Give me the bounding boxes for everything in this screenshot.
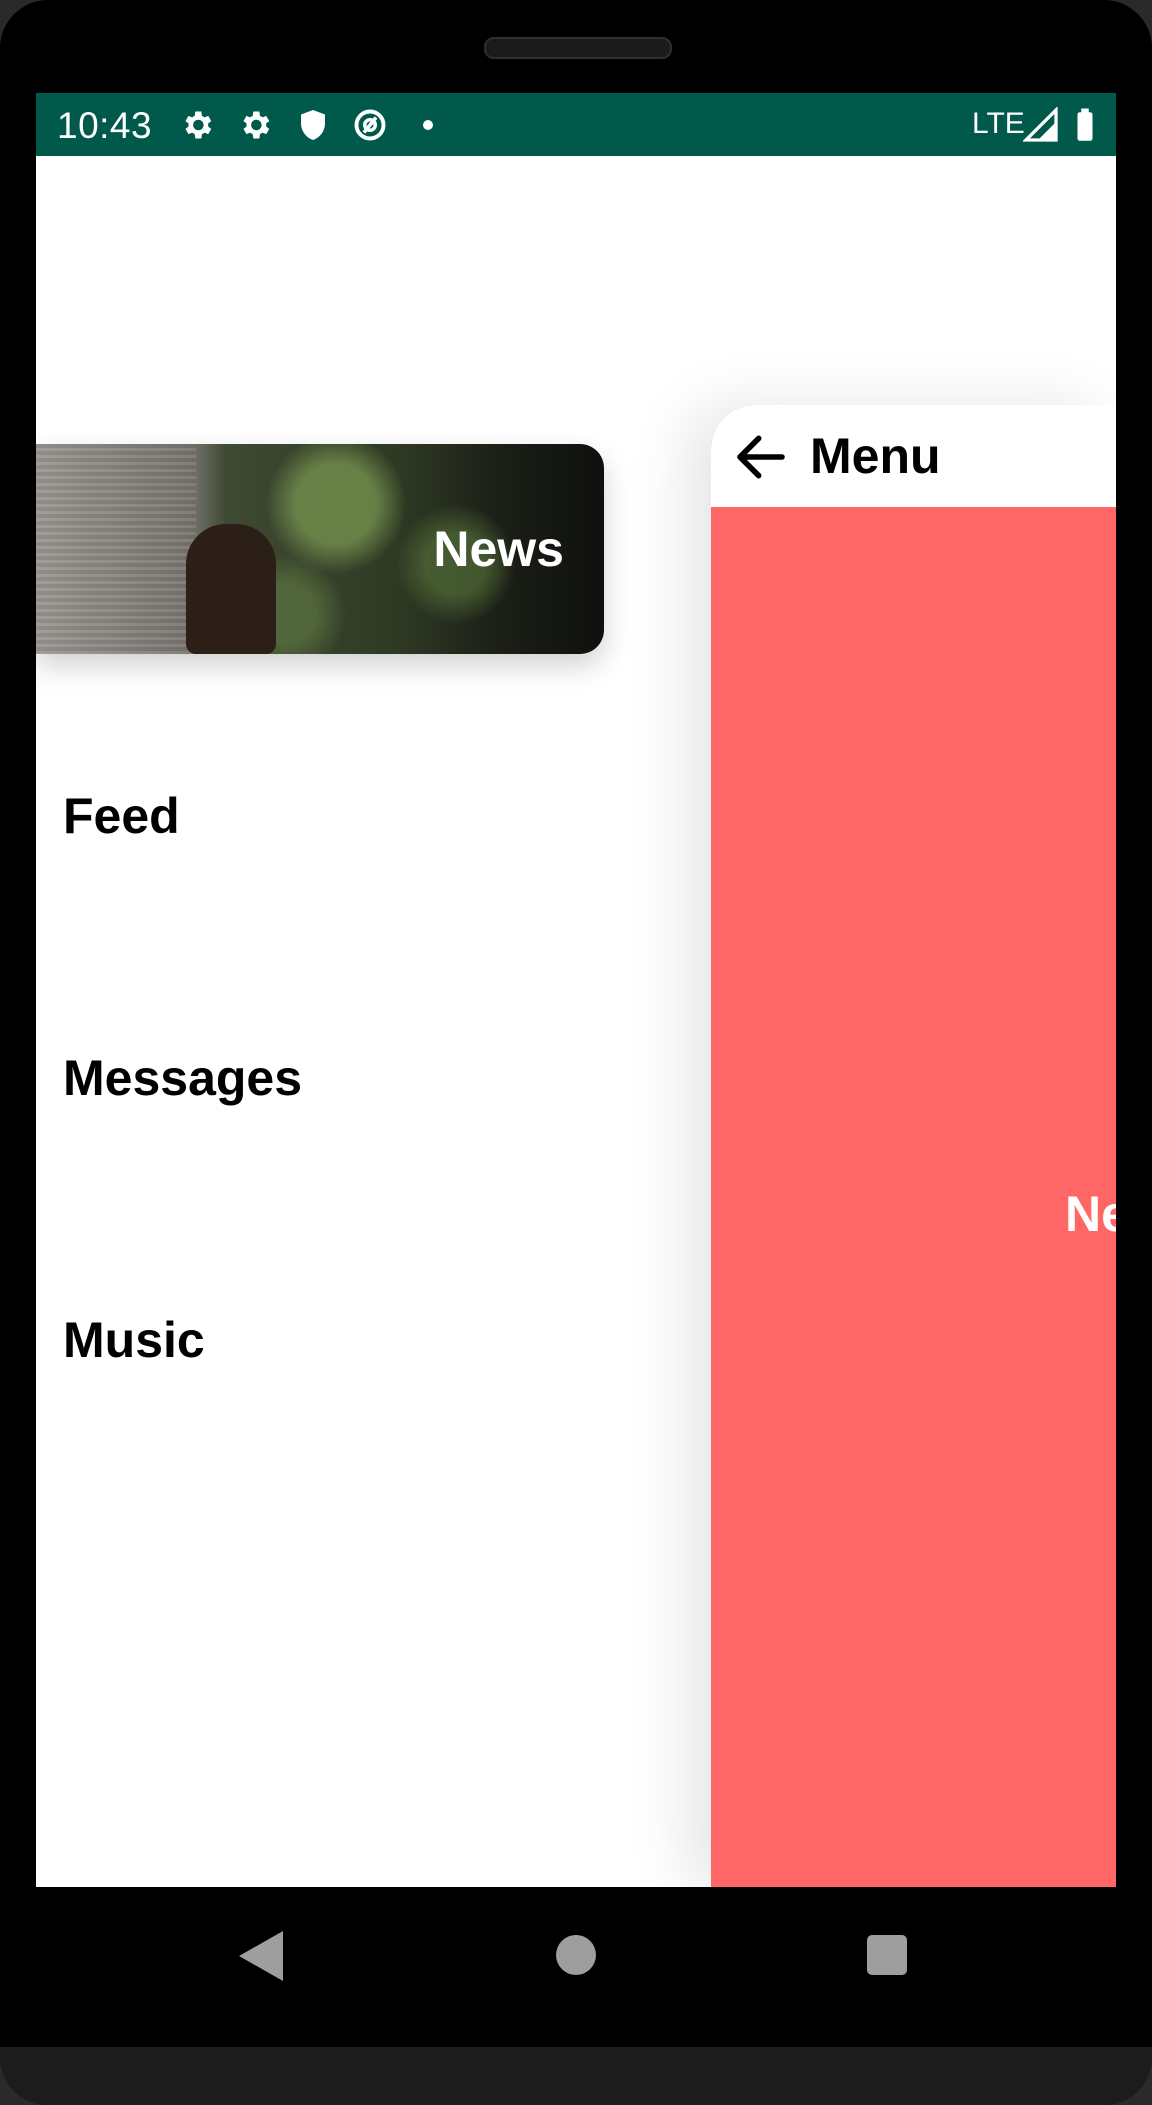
gear-icon (185, 111, 212, 139)
hand-image (186, 524, 276, 654)
earpiece-speaker (484, 37, 672, 59)
recents-square-icon[interactable] (867, 1935, 907, 1975)
battery-icon (1077, 108, 1093, 141)
device-bottom-edge (0, 2047, 1152, 2105)
back-triangle-icon[interactable] (239, 1931, 283, 1981)
drawer-item-feed[interactable]: Feed (63, 787, 180, 845)
drawer-item-messages[interactable]: Messages (63, 1049, 302, 1107)
navigation-bar (0, 1887, 1152, 2047)
status-time: 10:43 (57, 105, 153, 146)
main-content-panel[interactable]: Menu News (711, 405, 1116, 1887)
notification-dot-icon (423, 120, 433, 130)
drawer-item-news[interactable]: News (36, 444, 604, 654)
at-sign-icon (354, 109, 386, 141)
screen: 10:43 LTE News Feed Messages Music Menu … (36, 93, 1116, 1887)
device-frame: 10:43 LTE News Feed Messages Music Menu … (0, 0, 1152, 2105)
main-header: Menu (711, 405, 1116, 507)
back-arrow-icon[interactable] (733, 429, 789, 485)
drawer-item-news-label: News (433, 521, 564, 577)
network-type: LTE (972, 107, 1025, 140)
status-bar: 10:43 LTE (36, 93, 1116, 156)
main-content-label: News (1065, 1186, 1116, 1242)
drawer-item-music[interactable]: Music (63, 1311, 205, 1369)
newspaper-image (36, 444, 196, 654)
gear-icon (243, 111, 270, 139)
signal-icon (1023, 107, 1058, 142)
home-circle-icon[interactable] (556, 1935, 596, 1975)
shield-icon (301, 110, 325, 140)
menu-title: Menu (810, 428, 941, 484)
